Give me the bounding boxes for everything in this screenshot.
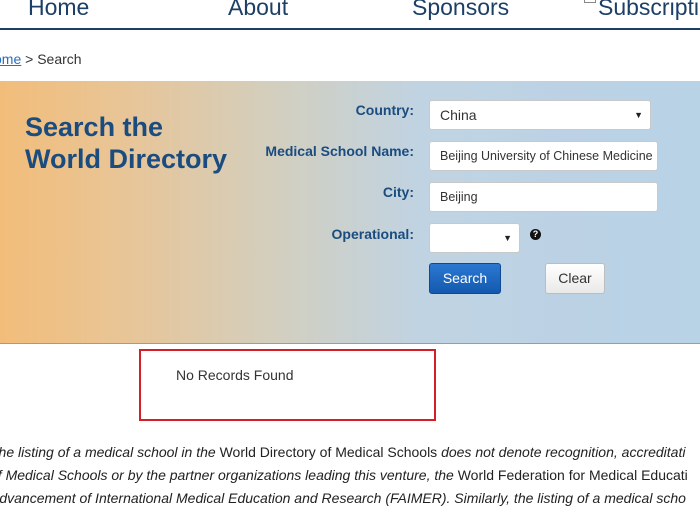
- nav-sponsors-link[interactable]: Sponsors: [412, 0, 509, 21]
- school-name-input[interactable]: Beijing University of Chinese Medicine: [429, 141, 658, 171]
- top-navigation: Home About Sponsors Subscriptio: [0, 0, 700, 30]
- city-input[interactable]: Beijing: [429, 182, 658, 212]
- country-select-value: China: [440, 107, 477, 123]
- question-icon[interactable]: ?: [530, 229, 541, 240]
- page-title-line2: World Directory: [25, 144, 228, 174]
- chevron-down-icon: ▼: [634, 110, 643, 120]
- nav-subscriptions-link[interactable]: Subscriptio: [598, 0, 700, 21]
- nav-divider-icon: [584, 0, 596, 3]
- disclaimer-line: of Medical Schools or by the partner org…: [0, 467, 688, 483]
- country-label: Country:: [355, 102, 414, 118]
- clear-button[interactable]: Clear: [545, 263, 605, 294]
- search-button[interactable]: Search: [429, 263, 501, 294]
- search-panel: Search the World Directory Country: Chin…: [0, 81, 700, 344]
- breadcrumb-separator: >: [21, 51, 38, 67]
- results-highlight-box: [139, 349, 436, 421]
- page-title: Search the World Directory: [25, 111, 255, 175]
- breadcrumb-home-link[interactable]: ome: [0, 51, 21, 67]
- breadcrumb-current: Search: [37, 51, 82, 67]
- disclaimer-line: The listing of a medical school in the W…: [0, 444, 686, 460]
- school-name-label: Medical School Name:: [265, 143, 414, 159]
- page-title-line1: Search the: [25, 112, 164, 142]
- country-select[interactable]: China ▼: [429, 100, 651, 130]
- chevron-down-icon: ▼: [503, 233, 512, 243]
- breadcrumb: ome > Search: [0, 51, 82, 67]
- nav-about-link[interactable]: About: [228, 0, 288, 21]
- operational-select[interactable]: ▼: [429, 223, 520, 253]
- no-records-message: No Records Found: [176, 367, 294, 383]
- nav-home-link[interactable]: Home: [28, 0, 89, 21]
- city-label: City:: [382, 184, 414, 200]
- disclaimer-line: Advancement of International Medical Edu…: [0, 490, 686, 506]
- operational-label: Operational:: [331, 226, 414, 242]
